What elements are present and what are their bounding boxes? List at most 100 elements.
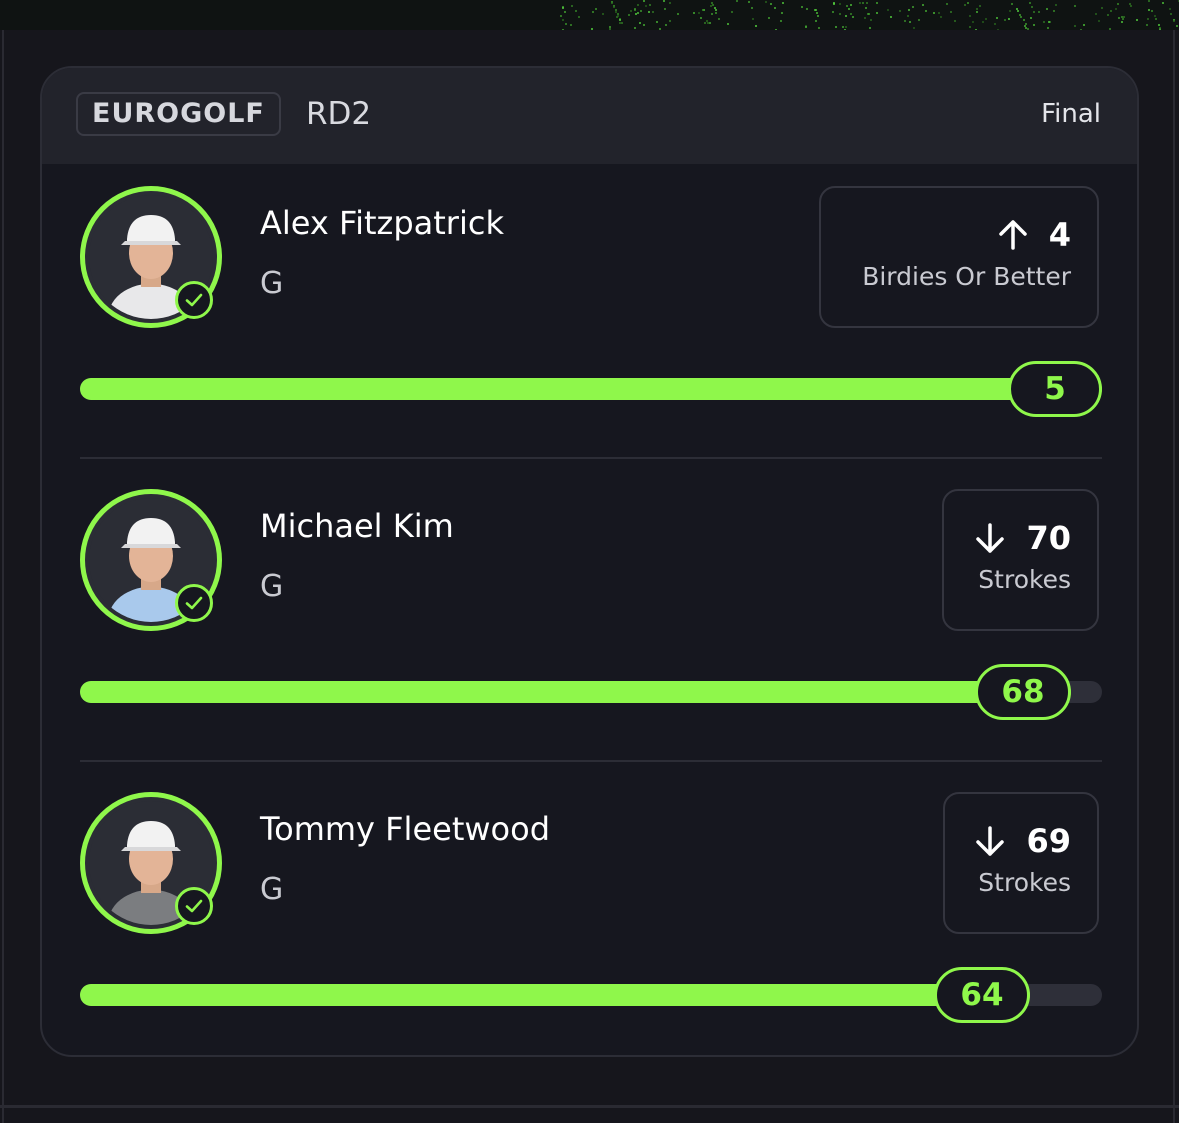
speckle [922,3,925,6]
speckle [1032,23,1035,26]
speckle [889,15,892,18]
header-background-image [0,0,1179,30]
speckle [562,6,565,9]
projection-line: 4 [1048,216,1071,254]
speckle [634,9,637,12]
speckle [701,9,704,12]
speckle [870,18,873,21]
speckle [665,23,668,26]
speckle [864,6,867,9]
speckle [751,7,754,10]
player-name[interactable]: Tommy Fleetwood [260,810,550,848]
speckle [727,22,730,25]
check-icon [175,887,213,925]
speckle [636,3,639,6]
speckle [1175,25,1178,28]
row-divider [80,457,1102,459]
speckle [730,10,733,13]
player-position: G [260,569,284,604]
speckle [619,19,622,22]
speckle [908,21,911,24]
speckle [1147,17,1150,20]
speckle [1145,24,1148,27]
arrow-down-icon [976,523,1005,553]
player-name[interactable]: Alex Fitzpatrick [260,204,504,242]
speckle [754,24,757,27]
bottom-divider [0,1105,1179,1108]
speckle [710,4,713,7]
round-label: RD2 [306,96,372,132]
speckle [925,10,928,13]
speckle [981,21,984,24]
progress-track: 64 [80,967,1102,1023]
speckle [966,2,969,5]
arrow-down-icon [976,826,1005,856]
projection-box[interactable]: 69 Strokes [943,792,1099,934]
player-row[interactable]: Tommy Fleetwood G 69 Strokes 64 [42,772,1137,1055]
speckle [817,14,820,17]
speckle [615,10,618,13]
player-position: G [260,266,284,301]
speckle [862,1,865,4]
prop-card[interactable]: EUROGOLF RD2 Final Alex Fitzpatrick G 4 Bir… [40,66,1139,1057]
speckle [1120,20,1123,23]
speckle [863,16,866,19]
player-name[interactable]: Michael Kim [260,507,454,545]
speckle [1135,19,1138,22]
speckle [1153,15,1156,18]
progress-fill [80,378,1102,400]
speckle [565,22,568,25]
projection-box[interactable]: 4 Birdies Or Better [819,186,1099,328]
speckle [968,26,971,29]
speckle [1028,2,1031,4]
speckle [867,13,870,16]
speckle [1030,6,1033,9]
speckle [995,16,998,19]
speckle [1010,3,1013,6]
speckle [1148,0,1151,3]
speckle [1029,17,1032,20]
speckle [806,8,809,11]
speckle [780,12,783,15]
speckle [669,2,672,5]
speckle [714,9,717,12]
speckle [850,13,853,16]
speckle [1147,9,1150,12]
speckle [773,6,776,9]
speckle [613,6,616,9]
projection-box[interactable]: 70 Strokes [942,489,1099,631]
player-row[interactable]: Alex Fitzpatrick G 4 Birdies Or Better 5 [42,166,1137,466]
speckle [640,9,643,12]
speckle [815,20,818,23]
speckle [985,17,988,20]
speckle [655,21,658,24]
speckle [571,5,574,8]
speckle [1053,10,1056,13]
stat-type: Birdies Or Better [862,262,1071,291]
current-value-pill: 64 [934,967,1030,1023]
stat-type: Strokes [978,565,1071,594]
speckle [886,9,889,12]
speckle [1020,15,1023,18]
speckle [875,12,878,15]
speckle [940,16,943,19]
speckle [1008,9,1011,12]
speckle [903,19,906,22]
speckle [1170,13,1173,16]
speckle [1074,25,1077,28]
speckle [954,19,957,22]
speckle [1038,10,1041,13]
projection-line: 69 [1026,822,1071,860]
speckle [865,1,868,4]
speckle [858,1,861,4]
speckle [627,14,630,17]
speckle [907,8,910,11]
speckle [698,11,701,14]
speckle [560,14,563,17]
speckle [1155,18,1158,21]
speckle [800,5,803,8]
game-status: Final [1041,99,1101,129]
speckle [818,26,821,29]
speckle [964,4,967,7]
player-row[interactable]: Michael Kim G 70 Strokes 68 [42,469,1137,769]
